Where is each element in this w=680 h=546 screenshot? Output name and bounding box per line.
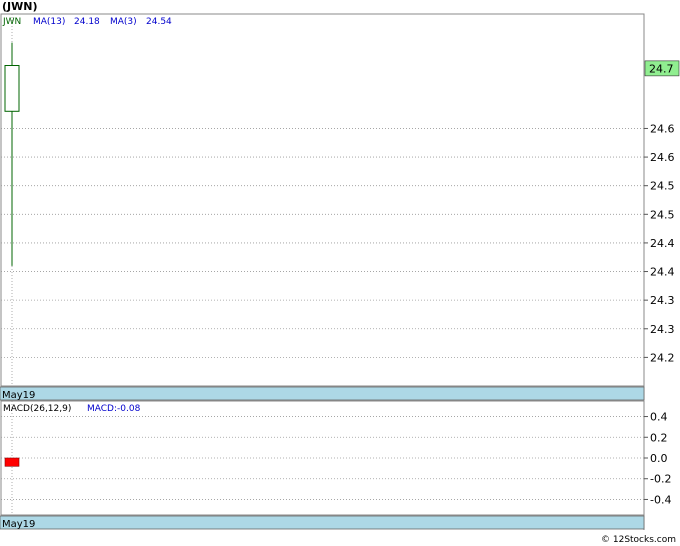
macd-axis-ticks: 0.4 0.2 0.0 -0.2 -0.4 <box>644 411 671 506</box>
price-date-bar <box>0 386 645 401</box>
legend-ma13-value: 24.18 <box>74 17 100 27</box>
price-tick-label: 24.6 <box>650 122 675 135</box>
price-tick-label: 24.3 <box>650 294 675 307</box>
macd-tick-label: 0.4 <box>650 411 668 424</box>
macd-tick-label: -0.4 <box>650 493 671 506</box>
macd-tick-label: -0.2 <box>650 473 671 486</box>
stock-chart: 24.2 24.3 24.3 24.4 24.4 24.5 24.5 24.6 24.6 24.… <box>0 13 680 530</box>
last-price-label: 24.7 <box>649 62 674 75</box>
candle-body <box>4 65 20 112</box>
price-tick-label: 24.3 <box>650 323 675 336</box>
macd-legend-name: MACD(26,12,9) <box>3 404 71 414</box>
price-tick-label: 24.5 <box>650 208 675 221</box>
macd-date-label: May19 <box>2 519 35 530</box>
legend-ma3-label: MA(3) <box>110 17 137 27</box>
price-axis-ticks: 24.2 24.3 24.3 24.4 24.4 24.5 24.5 24.6 24.6 <box>644 122 675 364</box>
macd-legend-value: MACD:-0.08 <box>87 404 141 414</box>
price-tick-label: 24.5 <box>650 180 675 193</box>
price-date-label: May19 <box>2 390 35 401</box>
legend-ma13-label: MA(13) <box>33 17 65 27</box>
price-tick-label: 24.4 <box>650 237 675 250</box>
price-tick-label: 24.6 <box>650 151 675 164</box>
price-tick-label: 24.4 <box>650 266 675 279</box>
price-tick-label: 24.2 <box>650 351 675 364</box>
footer-copyright: © 12Stocks.com <box>601 535 676 545</box>
macd-tick-label: 0.2 <box>650 431 668 444</box>
macd-bar <box>4 457 20 467</box>
macd-bars <box>4 457 20 467</box>
macd-tick-label: 0.0 <box>650 452 668 465</box>
price-panel-frame <box>0 13 645 387</box>
legend-ma3-value: 24.54 <box>146 17 172 27</box>
legend-symbol: JWN <box>2 17 21 27</box>
macd-date-bar <box>0 515 645 530</box>
